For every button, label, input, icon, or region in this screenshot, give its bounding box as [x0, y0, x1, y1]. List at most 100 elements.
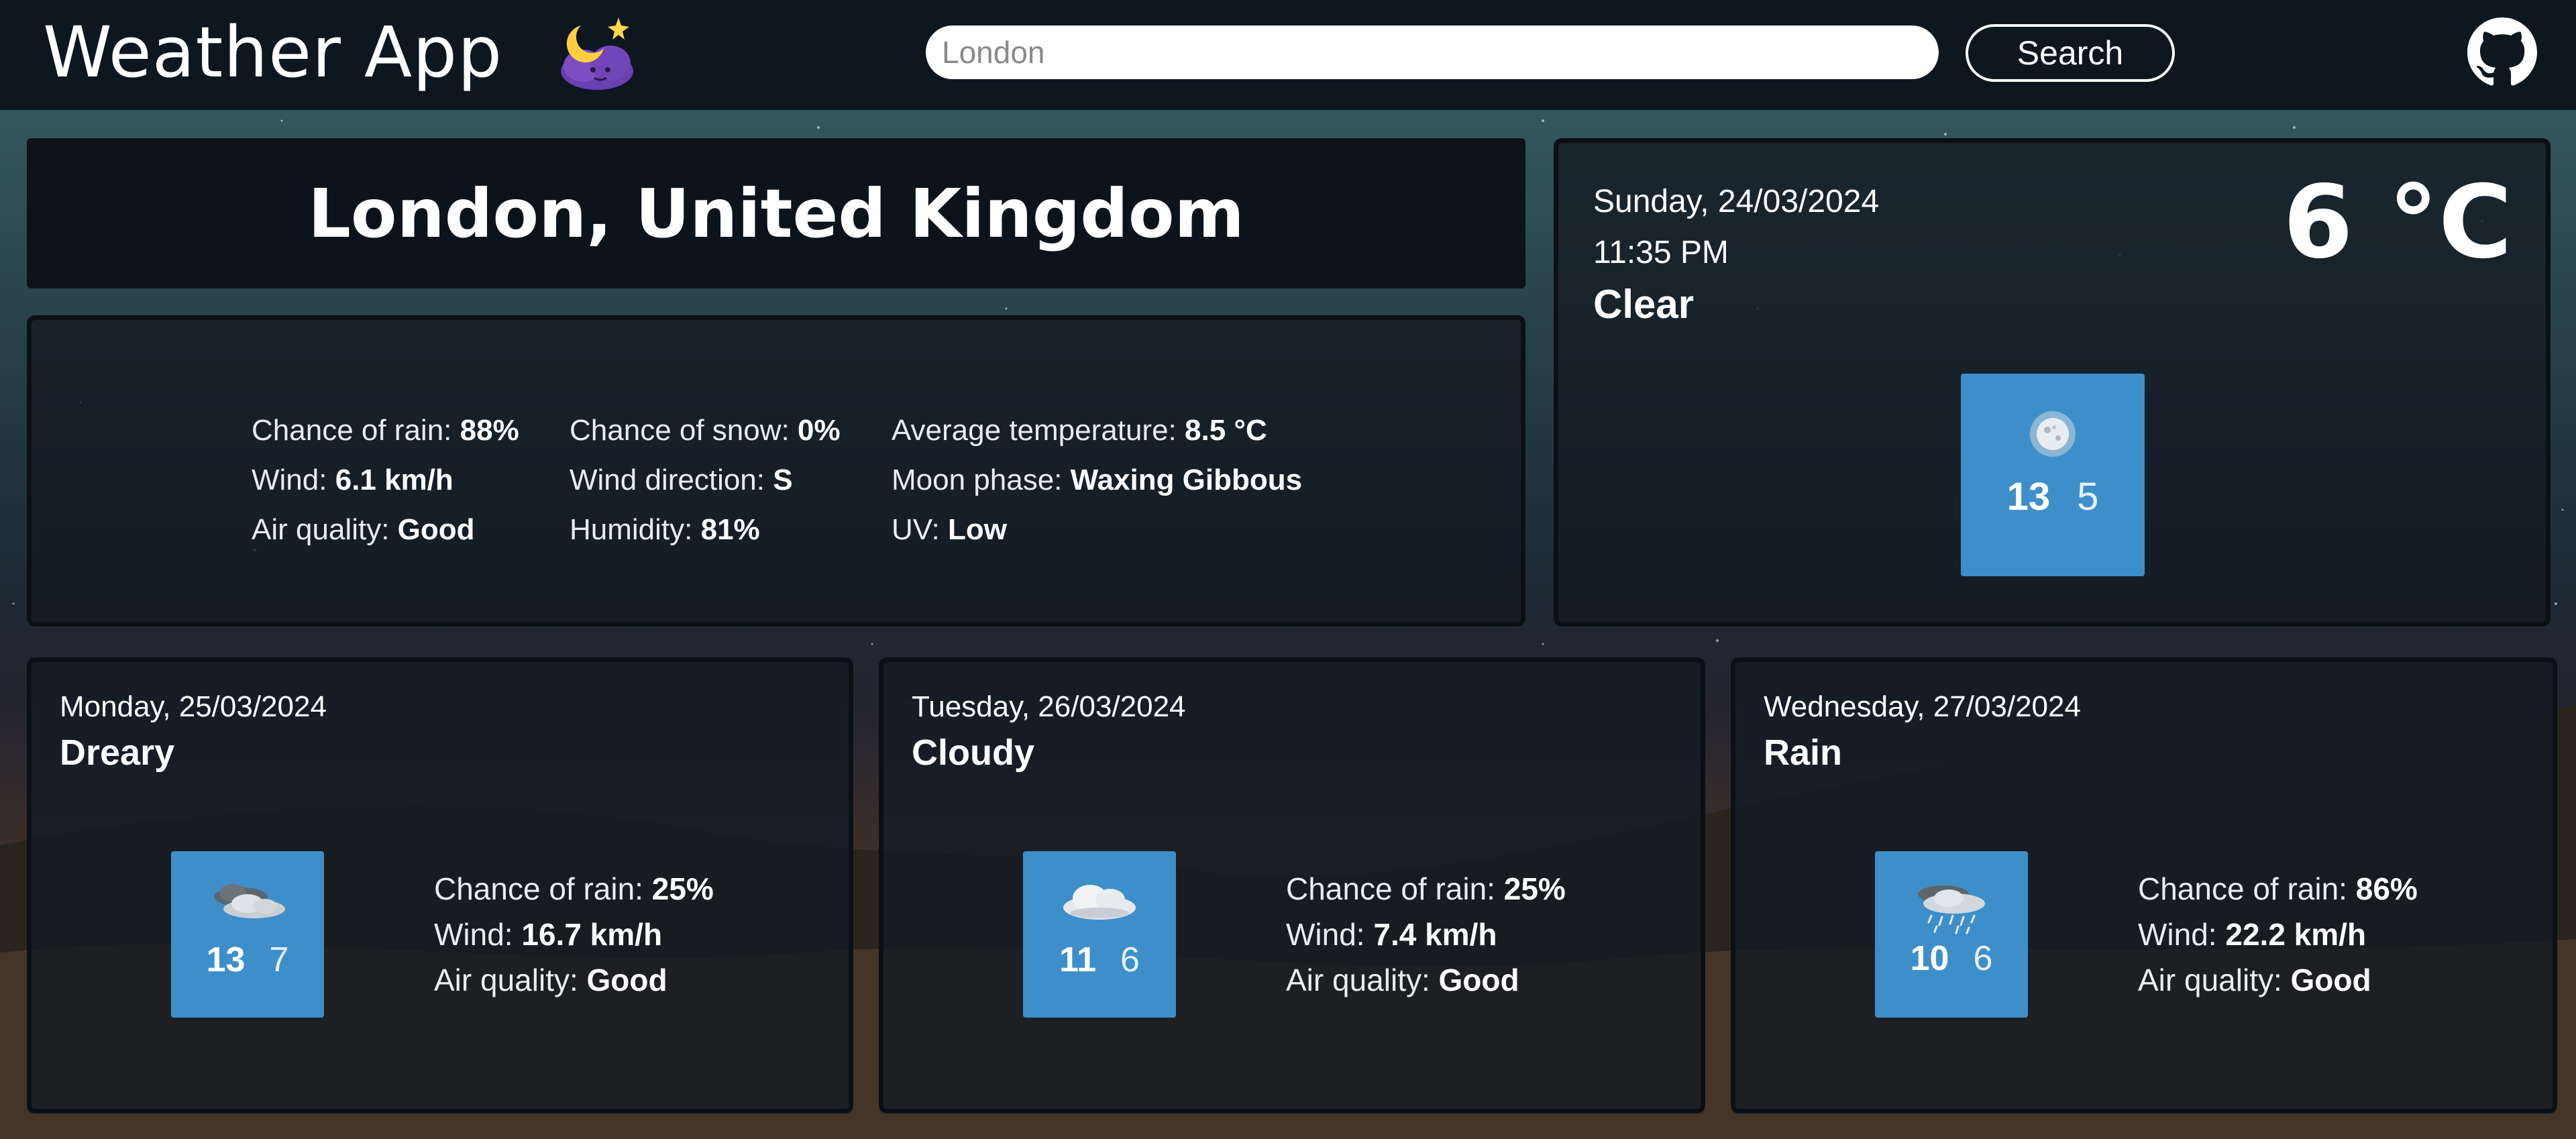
average-temperature-value: 8.5 °C [1185, 414, 1267, 447]
air-quality-label: Air quality: [434, 963, 578, 997]
wind-value: 22.2 km/h [2225, 917, 2367, 952]
wind-row: Wind: 7.4 km/h [1286, 912, 1566, 957]
moon-phase-row: Moon phase: Waxing Gibbous [892, 455, 1321, 505]
current-temp-range: 13 5 [2007, 474, 2099, 519]
humidity-value: 81% [700, 513, 760, 546]
chance-of-rain-value: 88% [460, 414, 519, 447]
forecast-stats: Chance of rain: 25% Wind: 7.4 km/h Air q… [1286, 866, 1566, 1003]
forecast-card: Monday, 25/03/2024 Dreary 13 7 Chance of… [27, 657, 853, 1114]
chance-of-rain-value: 86% [2355, 871, 2418, 906]
air-quality-label: Air quality: [252, 513, 390, 546]
chance-of-rain-label: Chance of rain: [252, 414, 452, 447]
air-quality-row: Air quality: Good [1286, 957, 1566, 1003]
wind-direction-row: Wind direction: S [570, 455, 892, 505]
high-temp: 11 [1059, 940, 1097, 979]
air-quality-value: Good [1438, 963, 1519, 997]
forecast-stats: Chance of rain: 86% Wind: 22.2 km/h Air … [2138, 866, 2418, 1003]
air-quality-row: Air quality: Good [434, 957, 714, 1003]
uv-value: Low [947, 513, 1007, 546]
moon-phase-label: Moon phase: [892, 464, 1063, 496]
wind-direction-value: S [773, 464, 793, 496]
forecast-condition: Rain [1764, 733, 1843, 773]
chance-of-snow-label: Chance of snow: [570, 414, 790, 447]
uv-label: UV: [892, 513, 940, 546]
moon-clear-icon [2030, 411, 2076, 457]
dark-cloud-icon [214, 884, 285, 918]
rain-cloud-icon [1918, 885, 1985, 934]
air-quality-row: Air quality: Good [252, 505, 570, 555]
wind-value: 16.7 km/h [521, 917, 663, 952]
app-title: Weather App [43, 11, 503, 93]
current-weather-panel: Sunday, 24/03/2024 11:35 PM Clear 6 °C 1… [1554, 138, 2551, 627]
details-column: Chance of snow: 0% Wind direction: S Hum… [570, 406, 892, 555]
forecast-card: Wednesday, 27/03/2024 Rain 10 6 Chance o… [1731, 657, 2557, 1114]
wind-row: Wind: 22.2 km/h [2138, 912, 2418, 957]
moon-cloud-logo-icon [561, 17, 633, 90]
low-temp: 7 [269, 940, 289, 979]
details-column: Chance of rain: 88% Wind: 6.1 km/h Air q… [252, 406, 570, 555]
wind-value: 7.4 km/h [1373, 917, 1497, 952]
wind-label: Wind: [252, 464, 327, 496]
top-bar: Weather App Search [0, 0, 2576, 110]
chance-of-rain-value: 25% [1503, 871, 1566, 906]
chance-of-rain-row: Chance of rain: 25% [434, 866, 714, 912]
chance-of-rain-label: Chance of rain: [1286, 871, 1495, 906]
air-quality-value: Good [586, 963, 667, 997]
forecast-temp-range: 10 6 [1911, 938, 1993, 979]
low-temp: 6 [1120, 940, 1140, 979]
forecast-date: Tuesday, 26/03/2024 [912, 690, 1186, 723]
forecast-condition: Dreary [60, 733, 175, 773]
forecast-date: Wednesday, 27/03/2024 [1764, 690, 2081, 723]
average-temperature-label: Average temperature: [892, 414, 1177, 447]
forecast-weather-tile: 13 7 [171, 851, 324, 1018]
air-quality-label: Air quality: [1286, 963, 1430, 997]
forecast-weather-tile: 10 6 [1875, 851, 2028, 1018]
forecast-condition: Cloudy [912, 733, 1034, 773]
cloud-icon [1063, 885, 1136, 920]
humidity-label: Humidity: [570, 513, 693, 546]
wind-row: Wind: 16.7 km/h [434, 912, 714, 957]
high-temp: 10 [1910, 939, 1949, 978]
air-quality-label: Air quality: [2138, 963, 2282, 997]
humidity-row: Humidity: 81% [570, 505, 892, 555]
forecast-temp-range: 11 6 [1059, 940, 1140, 980]
chance-of-snow-value: 0% [797, 414, 841, 447]
forecast-card: Tuesday, 26/03/2024 Cloudy 11 6 Chance o… [879, 657, 1705, 1114]
today-details-panel: Chance of rain: 88% Wind: 6.1 km/h Air q… [27, 315, 1525, 627]
air-quality-value: Good [2290, 963, 2371, 997]
current-time: 11:35 PM [1593, 235, 1729, 270]
wind-label: Wind: [1286, 917, 1365, 952]
chance-of-rain-label: Chance of rain: [434, 871, 643, 906]
forecast-weather-tile: 11 6 [1023, 851, 1176, 1018]
location-panel: London, United Kingdom [27, 138, 1525, 288]
forecast-temp-range: 13 7 [207, 940, 289, 980]
low-temp: 6 [1973, 939, 1993, 978]
wind-direction-label: Wind direction: [570, 464, 765, 496]
current-weather-tile: 13 5 [1961, 374, 2145, 576]
chance-of-snow-row: Chance of snow: 0% [570, 406, 892, 455]
chance-of-rain-row: Chance of rain: 86% [2138, 866, 2418, 912]
low-temp: 5 [2077, 475, 2099, 519]
high-temp: 13 [206, 940, 246, 979]
average-temperature-row: Average temperature: 8.5 °C [892, 406, 1321, 455]
moon-phase-value: Waxing Gibbous [1070, 464, 1303, 496]
chance-of-rain-value: 25% [651, 871, 714, 906]
chance-of-rain-row: Chance of rain: 88% [252, 406, 570, 455]
search-input[interactable] [926, 25, 1939, 79]
air-quality-value: Good [397, 513, 475, 546]
current-date: Sunday, 24/03/2024 [1593, 184, 1880, 219]
air-quality-row: Air quality: Good [2138, 957, 2418, 1003]
search-button[interactable]: Search [1966, 24, 2175, 82]
wind-label: Wind: [434, 917, 513, 952]
current-condition: Clear [1593, 282, 1695, 327]
github-icon[interactable] [2467, 17, 2537, 87]
chance-of-rain-row: Chance of rain: 25% [1286, 866, 1566, 912]
details-grid: Chance of rain: 88% Wind: 6.1 km/h Air q… [252, 406, 1321, 555]
location-name: London, United Kingdom [308, 174, 1244, 253]
wind-label: Wind: [2138, 917, 2217, 952]
high-temp: 13 [2006, 475, 2051, 519]
wind-row: Wind: 6.1 km/h [252, 455, 570, 505]
details-column: Average temperature: 8.5 °C Moon phase: … [892, 406, 1321, 555]
wind-value: 6.1 km/h [335, 464, 453, 496]
current-temperature: 6 °C [2283, 164, 2512, 281]
